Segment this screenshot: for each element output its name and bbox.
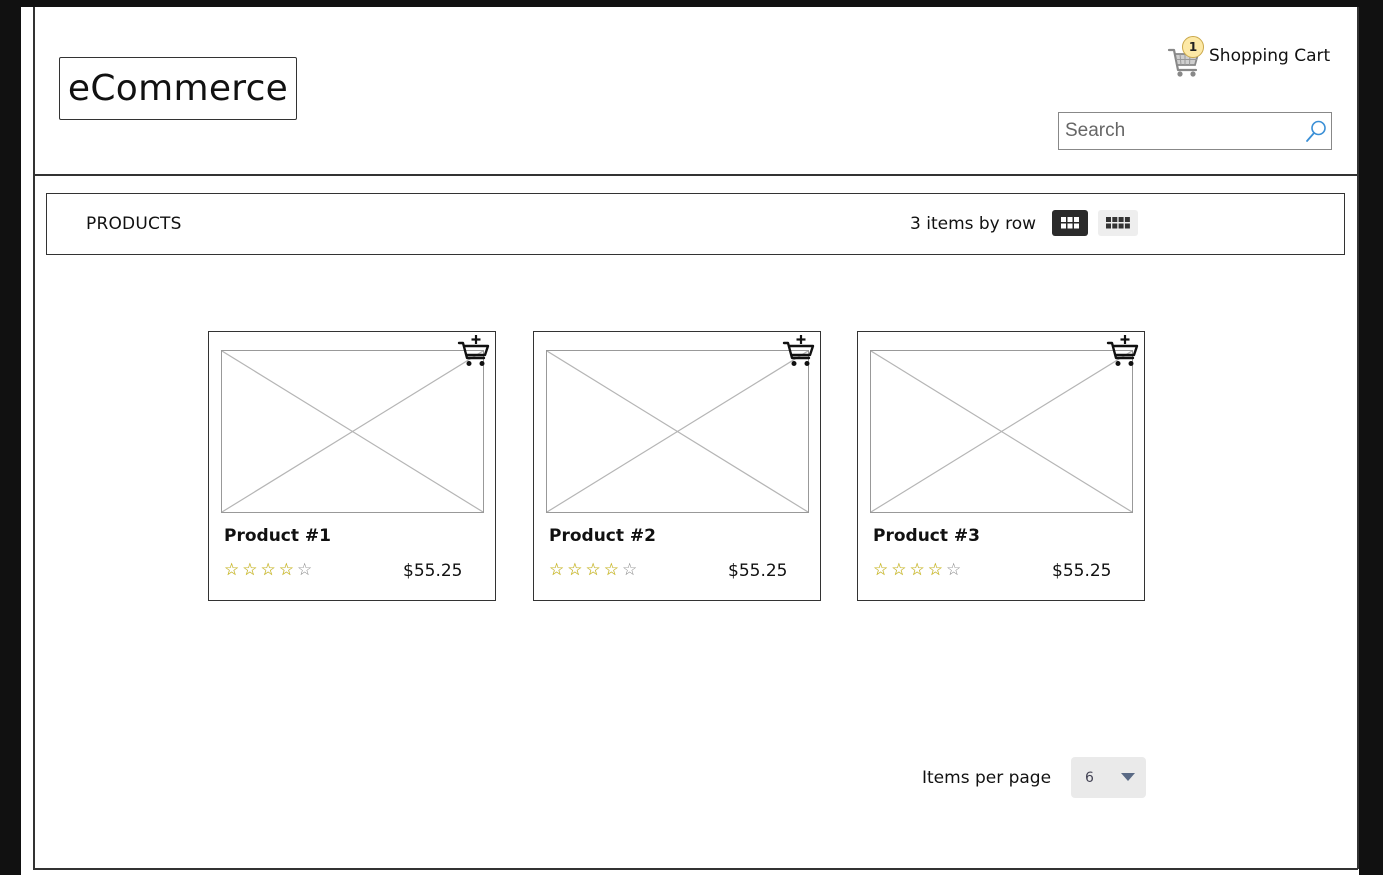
product-price: $55.25 [1052,561,1112,581]
items-by-row-label: 3 items by row [910,214,1037,234]
star-filled-icon: ☆ [603,560,619,580]
star-filled-icon: ☆ [891,560,907,580]
star-filled-icon: ☆ [549,560,565,580]
product-name[interactable]: Product #2 [549,526,656,546]
items-per-page-label: Items per page [922,768,1052,788]
product-rating: ☆ ☆ ☆ ☆ ☆ [873,560,961,580]
chevron-down-icon [1121,773,1135,781]
view-4-per-row-button[interactable] [1098,210,1138,236]
star-filled-icon: ☆ [278,560,294,580]
product-rating: ☆ ☆ ☆ ☆ ☆ [549,560,637,580]
product-image-placeholder[interactable] [546,350,809,513]
products-toolbar: PRODUCTS 3 items by row [46,193,1345,255]
products-heading: PRODUCTS [86,214,182,234]
add-to-cart-icon[interactable] [782,334,816,368]
grid-3-icon [1061,217,1079,229]
product-name[interactable]: Product #3 [873,526,980,546]
image-placeholder-icon [547,351,808,512]
product-price: $55.25 [403,561,463,581]
shopping-cart-button[interactable]: 1 Shopping Cart [1167,33,1347,79]
image-placeholder-icon [871,351,1132,512]
product-name[interactable]: Product #1 [224,526,331,546]
items-per-page-value: 6 [1085,769,1094,786]
star-filled-icon: ☆ [242,560,258,580]
product-image-placeholder[interactable] [870,350,1133,513]
header-divider [33,174,1358,176]
add-to-cart-icon[interactable] [457,334,491,368]
search-box [1058,112,1332,150]
image-placeholder-icon [222,351,483,512]
cart-count-badge: 1 [1182,36,1204,58]
star-filled-icon: ☆ [909,560,925,580]
star-filled-icon: ☆ [260,560,276,580]
product-rating: ☆ ☆ ☆ ☆ ☆ [224,560,312,580]
star-filled-icon: ☆ [927,560,943,580]
items-per-page-select[interactable]: 6 [1071,757,1146,798]
footer-divider [33,868,1358,870]
star-filled-icon: ☆ [567,560,583,580]
product-card[interactable]: Product #2 ☆ ☆ ☆ ☆ ☆ $55.25 [533,331,821,601]
star-filled-icon: ☆ [873,560,889,580]
magnifier-icon[interactable] [1303,118,1329,144]
star-empty-icon: ☆ [622,560,638,580]
cart-icon-wrapper: 1 [1167,36,1204,77]
grid-4-icon [1106,217,1130,229]
star-filled-icon: ☆ [224,560,240,580]
cart-label: Shopping Cart [1209,46,1331,66]
frame-right-border [1357,7,1359,869]
site-logo[interactable]: eCommerce [59,57,297,120]
view-3-per-row-button[interactable] [1052,210,1088,236]
product-image-placeholder[interactable] [221,350,484,513]
product-card[interactable]: Product #1 ☆ ☆ ☆ ☆ ☆ $55.25 [208,331,496,601]
add-to-cart-icon[interactable] [1106,334,1140,368]
page-frame: eCommerce 1 Shopping Cart PRODUCTS 3 [21,7,1359,875]
star-empty-icon: ☆ [946,560,962,580]
star-empty-icon: ☆ [297,560,313,580]
star-filled-icon: ☆ [585,560,601,580]
product-price: $55.25 [728,561,788,581]
search-input[interactable] [1059,119,1297,143]
product-card[interactable]: Product #3 ☆ ☆ ☆ ☆ ☆ $55.25 [857,331,1145,601]
frame-left-border [33,7,35,869]
